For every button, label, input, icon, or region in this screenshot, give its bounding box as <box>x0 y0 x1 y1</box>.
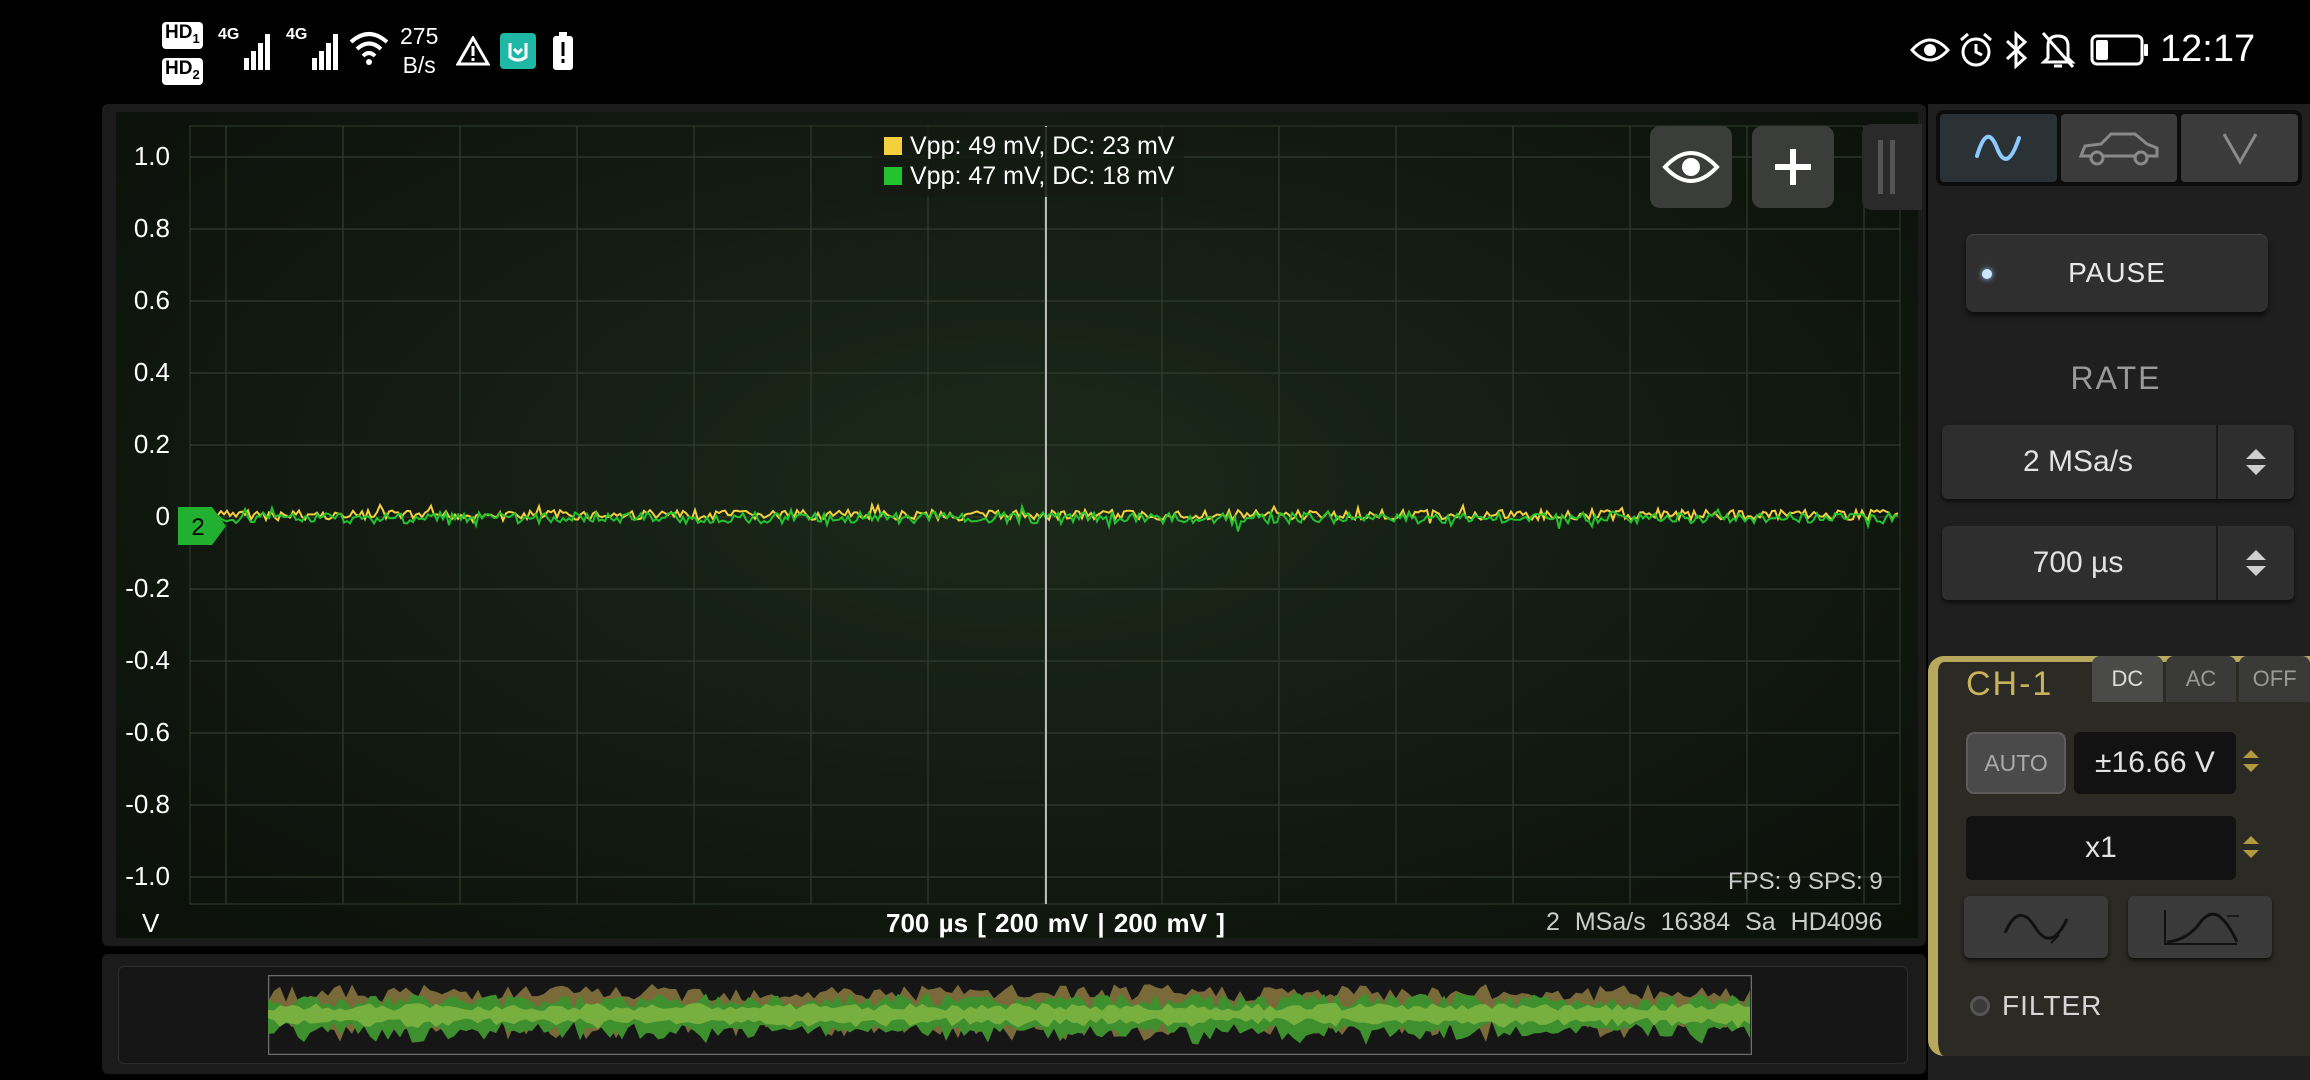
visibility-button[interactable] <box>1650 126 1732 208</box>
channel-2-offset-marker[interactable]: 2 <box>178 507 228 545</box>
up-down-arrows-icon <box>2246 449 2266 475</box>
voltmeter-mode-tab[interactable] <box>2181 114 2299 182</box>
voltage-range-value[interactable]: ±16.66 V <box>2074 732 2236 794</box>
lowpass-curve-icon <box>2164 910 2239 945</box>
pause-button[interactable]: PAUSE <box>1966 234 2268 312</box>
scope-mode-tab[interactable] <box>1940 114 2057 182</box>
eye-icon <box>1662 151 1720 183</box>
waveform-display-button[interactable] <box>1964 896 2108 958</box>
y-axis-unit: V <box>142 908 160 938</box>
coupling-ac-button[interactable]: AC <box>2165 656 2237 702</box>
pause-button-label: PAUSE <box>2068 257 2166 288</box>
filter-indicator <box>1970 996 1990 1016</box>
acquisition-readout: 2 MSa/s 16384 Sa HD4096 <box>1546 908 1883 936</box>
trace-group <box>217 501 1899 532</box>
y-tick-label: 0.6 <box>133 285 170 315</box>
coupling-off-button[interactable]: OFF <box>2239 656 2310 702</box>
sine-wave-icon <box>1975 134 2022 161</box>
y-tick-label: 0 <box>155 501 170 531</box>
run-status-led <box>1982 269 1992 279</box>
up-down-arrows-icon[interactable] <box>2240 746 2262 776</box>
y-tick-label: 0.2 <box>133 429 170 459</box>
auto-range-button[interactable]: AUTO <box>1966 732 2066 794</box>
filter-response-button[interactable] <box>2128 896 2272 958</box>
legend-row-ch1: Vpp: 49 mV, DC: 23 mV <box>884 131 1174 161</box>
add-channel-button[interactable] <box>1752 126 1834 208</box>
y-tick-label: 0.8 <box>133 213 170 243</box>
sample-rate-selector[interactable]: 2 MSa/s <box>1942 425 2294 499</box>
probe-attenuation-value[interactable]: x1 <box>1966 816 2236 880</box>
car-icon <box>2078 132 2159 166</box>
legend-text-ch1: Vpp: 49 mV, DC: 23 mV <box>910 131 1175 160</box>
y-tick-label: -0.6 <box>125 717 170 747</box>
channel-title[interactable]: CH-1 <box>1966 665 2053 704</box>
sine-wave-icon <box>2003 914 2069 944</box>
legend-row-ch2: Vpp: 47 mV, DC: 18 mV <box>884 161 1174 191</box>
y-tick-label: 1.0 <box>133 141 170 171</box>
v-letter-icon <box>2222 133 2257 166</box>
y-tick-label: -0.4 <box>125 645 170 675</box>
up-down-arrows-icon <box>2246 550 2266 576</box>
mode-tabs <box>1936 110 2302 186</box>
automotive-mode-tab[interactable] <box>2060 114 2178 182</box>
legend-swatch-ch2 <box>884 167 902 185</box>
sample-rate-value: 2 MSa/s <box>2022 445 2134 478</box>
up-down-arrows-icon[interactable] <box>2240 832 2262 862</box>
timebase-readout: 700 µs [ 200 mV | 200 mV ] <box>886 908 1225 938</box>
coupling-selector: DC AC OFF <box>2092 656 2310 702</box>
rate-title: RATE <box>2070 360 2162 396</box>
coupling-dc-button[interactable]: DC <box>2092 656 2163 702</box>
panel-drag-handle[interactable] <box>1862 124 1922 210</box>
timebase-stepper[interactable] <box>2216 526 2294 600</box>
legend-swatch-ch1 <box>884 137 902 155</box>
overview-waveform[interactable] <box>268 975 1752 1055</box>
y-tick-label: -1.0 <box>125 861 170 891</box>
filter-label: FILTER <box>2002 990 2103 1021</box>
plus-icon <box>1775 149 1811 185</box>
y-tick-label: 0.4 <box>133 357 170 387</box>
filter-toggle[interactable]: FILTER <box>1970 990 2102 1022</box>
sample-rate-stepper[interactable] <box>2216 425 2294 499</box>
legend-text-ch2: Vpp: 47 mV, DC: 18 mV <box>910 161 1175 190</box>
measurement-legend: Vpp: 49 mV, DC: 23 mV Vpp: 47 mV, DC: 18… <box>872 127 1185 197</box>
timebase-selector[interactable]: 700 µs <box>1942 526 2294 600</box>
fps-readout: FPS: 9 SPS: 9 <box>1728 868 1883 895</box>
timebase-value: 700 µs <box>2032 546 2124 579</box>
channel-marker-label: 2 <box>191 514 204 541</box>
y-tick-label: -0.8 <box>125 789 170 819</box>
y-tick-label: -0.2 <box>125 573 170 603</box>
